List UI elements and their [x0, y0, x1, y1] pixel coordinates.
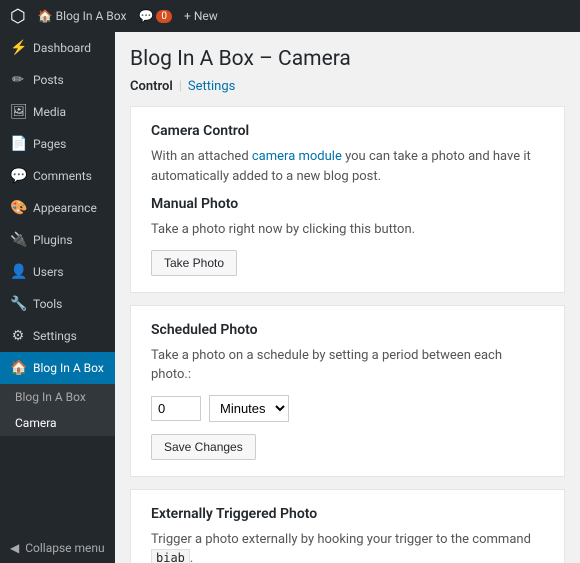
sidebar-item-blog-in-a-box[interactable]: 🏠 Blog In A Box — [0, 352, 115, 384]
sidebar-label-blog-in-a-box: Blog In A Box — [33, 361, 104, 375]
ext-text-before: Trigger a photo externally by hooking yo… — [151, 532, 531, 547]
take-photo-button[interactable]: Take Photo — [151, 250, 237, 276]
schedule-number-input[interactable] — [151, 396, 201, 421]
collapse-menu-button[interactable]: ◀ Collapse menu — [0, 533, 115, 563]
sidebar-item-tools[interactable]: 🔧 Tools — [0, 288, 115, 320]
camera-control-text-before: With an attached — [151, 149, 252, 164]
scheduled-photo-title: Scheduled Photo — [151, 322, 544, 338]
sidebar-subitem-blog-in-a-box[interactable]: Blog In A Box — [0, 384, 115, 410]
sidebar-label-media: Media — [33, 105, 66, 119]
topbar: ⬡ 🏠 Blog In A Box 💬 0 + New — [0, 0, 580, 32]
sidebar-sublabel-camera: Camera — [15, 416, 57, 430]
comment-icon: 💬 — [138, 9, 153, 23]
externally-triggered-title: Externally Triggered Photo — [151, 506, 544, 522]
plugins-icon: 🔌 — [10, 232, 26, 248]
save-changes-button[interactable]: Save Changes — [151, 434, 256, 460]
media-icon: 🖼 — [10, 104, 26, 120]
page-title: Blog In A Box – Camera — [130, 47, 565, 71]
tab-bar: Control | Settings — [130, 79, 565, 94]
comments-topbar[interactable]: 💬 0 — [138, 9, 172, 23]
wp-logo-icon[interactable]: ⬡ — [10, 6, 26, 27]
sidebar-item-comments[interactable]: 💬 Comments — [0, 160, 115, 192]
sidebar-label-comments: Comments — [33, 169, 92, 183]
sidebar-submenu: Blog In A Box Camera — [0, 384, 115, 436]
settings-icon: ⚙ — [10, 328, 26, 344]
manual-photo-title: Manual Photo — [151, 196, 544, 212]
comment-count: 0 — [156, 10, 172, 23]
camera-control-card: Camera Control With an attached camera m… — [130, 106, 565, 293]
tab-control[interactable]: Control — [130, 79, 173, 94]
schedule-unit-select[interactable]: Minutes Hours Days — [209, 395, 289, 422]
home-icon: 🏠 — [38, 9, 53, 23]
sidebar-label-settings: Settings — [33, 329, 77, 343]
scheduled-photo-description: Take a photo on a schedule by setting a … — [151, 346, 544, 385]
sidebar-item-dashboard[interactable]: ⚡ Dashboard — [0, 32, 115, 64]
sidebar-label-plugins: Plugins — [33, 233, 73, 247]
camera-module-link[interactable]: camera module — [252, 149, 342, 164]
sidebar-label-posts: Posts — [33, 73, 64, 87]
sidebar-item-posts[interactable]: ✏ Posts — [0, 64, 115, 96]
camera-control-text: With an attached camera module you can t… — [151, 147, 544, 186]
blog-in-a-box-icon: 🏠 — [10, 360, 26, 376]
main-content: Blog In A Box – Camera Control | Setting… — [115, 32, 580, 563]
externally-triggered-card: Externally Triggered Photo Trigger a pho… — [130, 489, 565, 563]
appearance-icon: 🎨 — [10, 200, 26, 216]
sidebar-label-tools: Tools — [33, 297, 62, 311]
collapse-icon: ◀ — [10, 541, 19, 555]
sidebar-sublabel-blog-in-a-box: Blog In A Box — [15, 390, 86, 404]
sidebar-subitem-camera[interactable]: Camera — [0, 410, 115, 436]
tab-settings[interactable]: Settings — [188, 79, 235, 94]
sidebar: ⚡ Dashboard ✏ Posts 🖼 Media 📄 Pages 💬 Co… — [0, 32, 115, 563]
tab-separator: | — [179, 79, 182, 94]
new-item-button[interactable]: + New — [184, 9, 218, 23]
biab-code-inline: biab — [151, 549, 190, 563]
collapse-label: Collapse menu — [25, 541, 104, 555]
sidebar-label-pages: Pages — [33, 137, 66, 151]
comments-icon: 💬 — [10, 168, 26, 184]
ext-text-after: . — [190, 551, 193, 563]
sidebar-item-pages[interactable]: 📄 Pages — [0, 128, 115, 160]
sidebar-label-users: Users — [33, 265, 64, 279]
manual-photo-description: Take a photo right now by clicking this … — [151, 220, 544, 240]
site-link[interactable]: 🏠 Blog In A Box — [38, 9, 127, 23]
schedule-field-row: Minutes Hours Days — [151, 395, 544, 422]
scheduled-photo-card: Scheduled Photo Take a photo on a schedu… — [130, 305, 565, 477]
users-icon: 👤 — [10, 264, 26, 280]
sidebar-label-appearance: Appearance — [33, 201, 97, 215]
sidebar-item-settings[interactable]: ⚙ Settings — [0, 320, 115, 352]
posts-icon: ✏ — [10, 72, 26, 88]
externally-triggered-text: Trigger a photo externally by hooking yo… — [151, 530, 544, 563]
sidebar-item-users[interactable]: 👤 Users — [0, 256, 115, 288]
camera-control-title: Camera Control — [151, 123, 544, 139]
sidebar-label-dashboard: Dashboard — [33, 41, 91, 55]
sidebar-item-appearance[interactable]: 🎨 Appearance — [0, 192, 115, 224]
sidebar-item-plugins[interactable]: 🔌 Plugins — [0, 224, 115, 256]
site-name: Blog In A Box — [56, 9, 127, 23]
tools-icon: 🔧 — [10, 296, 26, 312]
dashboard-icon: ⚡ — [10, 40, 26, 56]
sidebar-item-media[interactable]: 🖼 Media — [0, 96, 115, 128]
pages-icon: 📄 — [10, 136, 26, 152]
